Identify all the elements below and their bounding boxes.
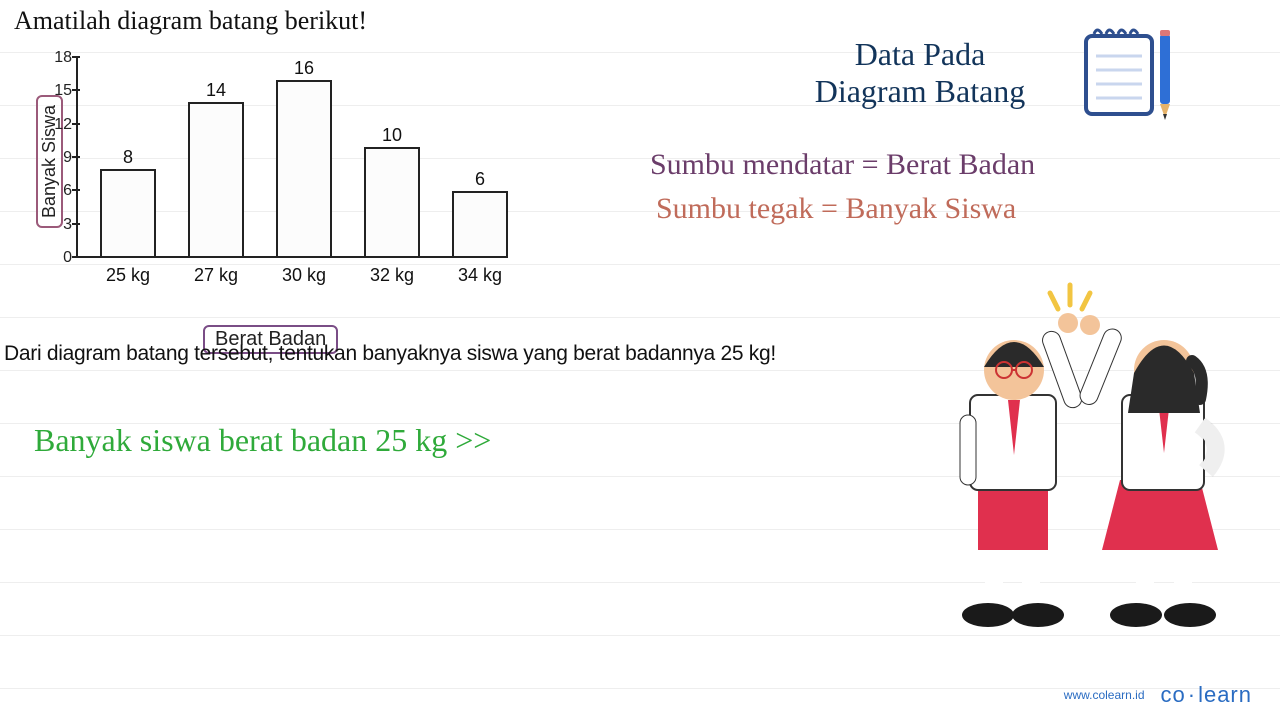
bar-value-label: 10 — [364, 125, 420, 146]
title-line-1: Data Pada — [760, 36, 1080, 73]
bar-chart: Banyak Siswa 0 3 6 9 12 15 18 8 — [28, 58, 508, 298]
bar — [364, 147, 420, 258]
x-category-label: 34 kg — [440, 265, 520, 286]
students-highfive-illustration — [930, 275, 1240, 660]
y-tick-label: 6 — [46, 182, 72, 200]
y-tick-label: 9 — [46, 149, 72, 167]
brand-logo: co·learn — [1161, 682, 1253, 708]
x-category-label: 27 kg — [176, 265, 256, 286]
bar — [188, 102, 244, 258]
x-category-label: 25 kg — [88, 265, 168, 286]
question-text: Dari diagram batang tersebut, tentukan b… — [4, 342, 776, 366]
brand-part-right: learn — [1198, 682, 1252, 707]
bar — [100, 169, 156, 258]
footer: www.colearn.id co·learn — [1064, 682, 1252, 708]
bar — [452, 191, 508, 258]
bar-value-label: 6 — [452, 169, 508, 190]
brand-part-left: co — [1161, 682, 1186, 707]
y-tick-label: 12 — [46, 116, 72, 134]
x-category-label: 30 kg — [264, 265, 344, 286]
answer-prompt: Banyak siswa berat badan 25 kg >> — [34, 422, 491, 459]
title-line-2: Diagram Batang — [760, 73, 1080, 110]
bar-value-label: 8 — [100, 147, 156, 168]
bar — [276, 80, 332, 258]
bar-value-label: 16 — [276, 58, 332, 79]
y-tick-label: 15 — [46, 82, 72, 100]
y-tick-label: 0 — [46, 249, 72, 267]
bar-value-label: 14 — [188, 80, 244, 101]
page-title: Data Pada Diagram Batang — [760, 36, 1080, 110]
instruction-text: Amatilah diagram batang berikut! — [14, 6, 367, 36]
y-tick-label: 3 — [46, 216, 72, 234]
notepad-pencil-icon — [1074, 22, 1184, 137]
brand-dot: · — [1186, 682, 1198, 707]
note-horizontal-axis: Sumbu mendatar = Berat Badan — [650, 148, 1035, 182]
footer-url: www.colearn.id — [1064, 688, 1145, 702]
note-vertical-axis: Sumbu tegak = Banyak Siswa — [656, 192, 1016, 226]
x-category-label: 32 kg — [352, 265, 432, 286]
y-tick-label: 18 — [46, 49, 72, 67]
